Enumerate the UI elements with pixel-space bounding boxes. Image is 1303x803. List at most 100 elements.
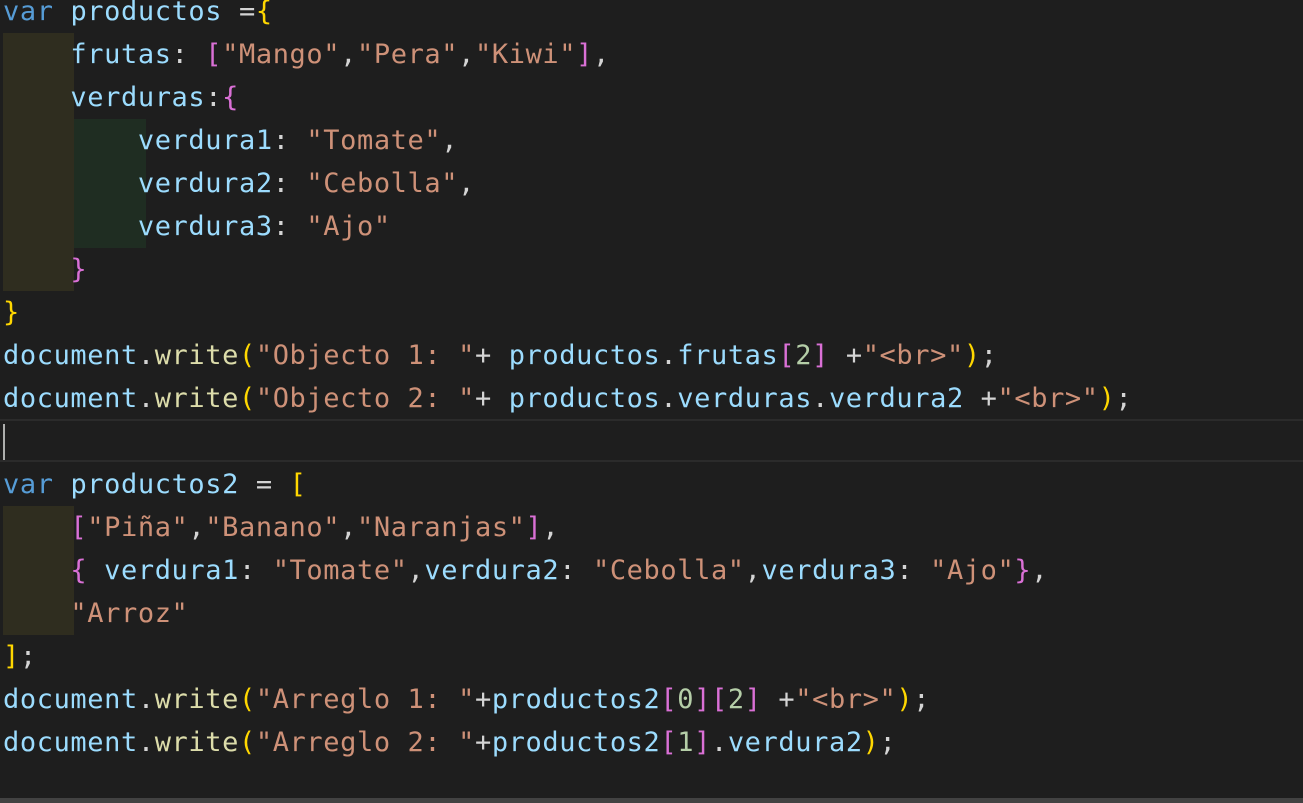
code-line[interactable]: var productos2 = [ bbox=[0, 463, 1303, 506]
code-token: document bbox=[3, 383, 138, 414]
code-token: . bbox=[137, 340, 155, 371]
code-line[interactable]: ["Piña","Banano","Naranjas"], bbox=[0, 506, 1303, 549]
code-token: [ bbox=[205, 39, 223, 70]
code-token: ] bbox=[694, 684, 711, 715]
code-token: ; bbox=[19, 641, 37, 672]
code-token: "Kiwi" bbox=[475, 39, 577, 70]
code-text: var productos2 = [ bbox=[3, 463, 306, 506]
code-token: ] bbox=[576, 39, 593, 70]
code-token: "Banano" bbox=[205, 512, 341, 543]
code-token: + bbox=[474, 340, 509, 371]
code-line[interactable]: var productos ={ bbox=[0, 0, 1303, 33]
code-token: ; bbox=[980, 340, 998, 371]
code-token: , bbox=[458, 168, 475, 199]
code-token: ] bbox=[3, 641, 20, 672]
code-line[interactable]: frutas: ["Mango","Pera","Kiwi"], bbox=[0, 33, 1303, 76]
code-line[interactable]: { verdura1: "Tomate",verdura2: "Cebolla"… bbox=[0, 549, 1303, 592]
code-token: verdura3 bbox=[761, 555, 897, 586]
code-token: ( bbox=[238, 727, 256, 758]
code-token: = bbox=[239, 469, 290, 500]
code-token: "Naranjas" bbox=[356, 512, 526, 543]
code-line[interactable]: document.write("Arreglo 1: "+productos2[… bbox=[0, 678, 1303, 721]
code-line[interactable]: } bbox=[0, 248, 1303, 291]
code-token: 2 bbox=[795, 340, 813, 371]
code-token: write bbox=[154, 684, 239, 715]
code-line[interactable]: document.write("Objecto 1: "+ productos.… bbox=[0, 334, 1303, 377]
code-token: , bbox=[340, 512, 357, 543]
code-line[interactable]: ]; bbox=[0, 635, 1303, 678]
code-text: } bbox=[3, 291, 20, 334]
code-line[interactable]: "Arroz" bbox=[0, 592, 1303, 635]
code-token: . bbox=[137, 727, 155, 758]
code-token: } bbox=[70, 254, 88, 285]
code-token: productos2 bbox=[491, 727, 661, 758]
code-token: "Arroz" bbox=[70, 598, 189, 629]
code-token: ( bbox=[238, 383, 256, 414]
code-token: [ bbox=[660, 684, 678, 715]
code-text: "Arroz" bbox=[3, 592, 188, 635]
code-token: "Mango" bbox=[222, 39, 341, 70]
code-line[interactable]: document.write("Objecto 2: "+ productos.… bbox=[0, 377, 1303, 420]
code-text: document.write("Arreglo 1: "+productos2[… bbox=[3, 678, 930, 721]
text-cursor bbox=[3, 424, 5, 460]
code-token: , bbox=[593, 39, 610, 70]
code-token: document bbox=[3, 727, 138, 758]
code-token: ) bbox=[963, 340, 981, 371]
code-line[interactable]: verduras:{ bbox=[0, 76, 1303, 119]
code-text: frutas: ["Mango","Pera","Kiwi"], bbox=[3, 33, 610, 76]
code-token: } bbox=[1014, 555, 1032, 586]
code-token: verduras bbox=[70, 82, 206, 113]
code-token: "Ajo" bbox=[930, 555, 1015, 586]
code-line[interactable]: verdura2: "Cebolla", bbox=[0, 162, 1303, 205]
code-line[interactable] bbox=[0, 420, 1303, 463]
code-token: "Objecto 2: " bbox=[255, 383, 475, 414]
code-token: ) bbox=[1098, 383, 1116, 414]
code-line[interactable]: } bbox=[0, 291, 1303, 334]
code-token: verdura1 bbox=[104, 555, 239, 586]
code-token: , bbox=[441, 125, 459, 156]
code-text: { verdura1: "Tomate",verdura2: "Cebolla"… bbox=[3, 549, 1048, 592]
code-editor[interactable]: var productos ={ frutas: ["Mango","Pera"… bbox=[0, 0, 1303, 803]
code-token: var bbox=[3, 0, 54, 27]
code-token: "Piña" bbox=[87, 512, 189, 543]
code-line[interactable]: document.write("Arreglo 2: "+productos2[… bbox=[0, 721, 1303, 764]
code-token: . bbox=[137, 684, 155, 715]
code-token: [ bbox=[289, 469, 307, 500]
code-token: ( bbox=[238, 684, 256, 715]
code-line[interactable]: verdura1: "Tomate", bbox=[0, 119, 1303, 162]
code-token: ] bbox=[525, 512, 543, 543]
code-token: var bbox=[3, 469, 54, 500]
code-token: write bbox=[154, 383, 239, 414]
code-token: : bbox=[559, 555, 593, 586]
code-token: { bbox=[255, 0, 273, 27]
code-token: [ bbox=[70, 512, 88, 543]
code-text: document.write("Arreglo 2: "+productos2[… bbox=[3, 721, 896, 764]
code-token: "Objecto 1: " bbox=[255, 340, 475, 371]
code-token: . bbox=[660, 383, 678, 414]
code-token: "Tomate" bbox=[272, 555, 408, 586]
code-line[interactable]: verdura3: "Ajo" bbox=[0, 205, 1303, 248]
code-token: , bbox=[188, 512, 206, 543]
code-token: 0 bbox=[677, 684, 695, 715]
code-token: . bbox=[137, 383, 155, 414]
code-token: ] bbox=[744, 684, 762, 715]
code-token: ) bbox=[862, 727, 880, 758]
code-token: . bbox=[660, 340, 678, 371]
code-token: productos2 bbox=[70, 469, 239, 500]
code-token: + bbox=[828, 340, 863, 371]
code-text: ]; bbox=[3, 635, 37, 678]
code-text: } bbox=[3, 248, 87, 291]
code-token: verdura2 bbox=[828, 383, 964, 414]
code-token: "Ajo" bbox=[306, 211, 391, 242]
code-token: productos bbox=[508, 340, 661, 371]
code-token: "Arreglo 2: " bbox=[255, 727, 475, 758]
code-token: , bbox=[744, 555, 762, 586]
code-token: [ bbox=[778, 340, 796, 371]
horizontal-scrollbar[interactable] bbox=[0, 798, 1303, 803]
code-token: "Tomate" bbox=[306, 125, 442, 156]
